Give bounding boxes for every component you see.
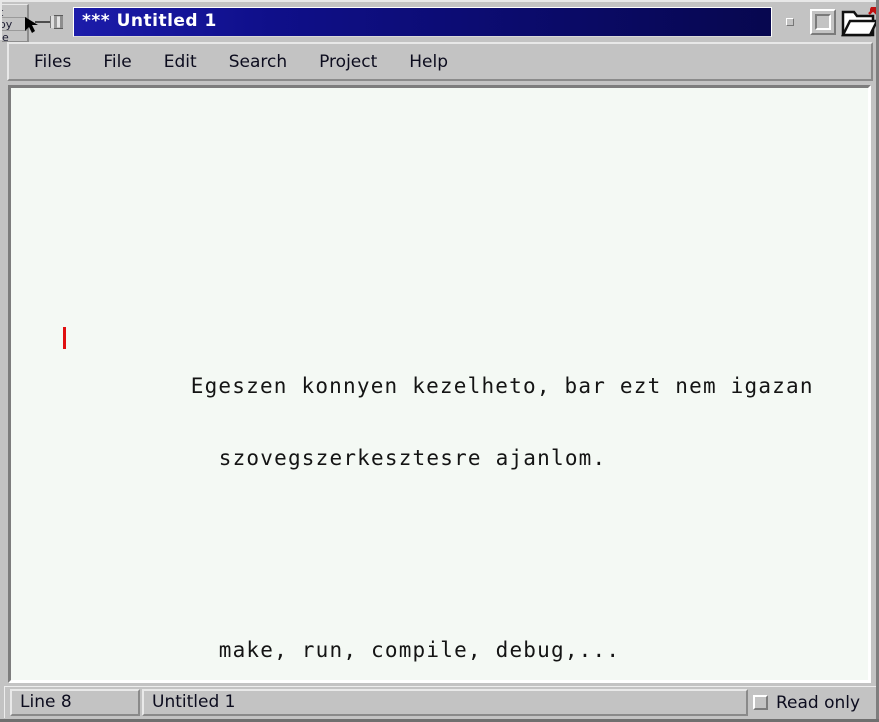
minimize-glyph bbox=[786, 18, 794, 26]
title-strip[interactable]: *** Untitled 1 bbox=[73, 7, 772, 37]
line-indicator: Line 8 bbox=[10, 689, 140, 716]
menu-item-search[interactable]: Search bbox=[216, 49, 300, 75]
text-line[interactable]: Egeszen konnyen kezelheto, bar ezt nem i… bbox=[63, 326, 814, 398]
window-title: *** Untitled 1 bbox=[82, 11, 217, 31]
filename-indicator: Untitled 1 bbox=[142, 689, 748, 716]
menu-item-file[interactable]: File bbox=[90, 49, 144, 75]
title-bar: ut opy ste *** Untitled 1 bbox=[0, 0, 879, 42]
text-line-content: Egeszen konnyen kezelheto, bar ezt nem i… bbox=[190, 374, 814, 398]
text-caret bbox=[63, 327, 66, 349]
readonly-checkbox[interactable] bbox=[753, 695, 768, 710]
menu-item-help[interactable]: Help bbox=[396, 49, 461, 75]
text-line[interactable] bbox=[63, 518, 814, 542]
menu-item-project[interactable]: Project bbox=[306, 49, 390, 75]
text-line[interactable]: szovegszerkesztesre ajanlom. bbox=[63, 422, 814, 470]
menu-bar: Files File Edit Search Project Help bbox=[7, 42, 873, 81]
menu-item-files[interactable]: Files bbox=[21, 49, 84, 75]
readonly-label: Read only bbox=[776, 692, 861, 713]
text-line-content: szovegszerkesztesre ajanlom. bbox=[218, 446, 607, 470]
tearoff-menu-fragment[interactable]: ut opy ste bbox=[2, 4, 29, 42]
tearoff-item-paste[interactable]: ste bbox=[2, 31, 9, 41]
text-line[interactable]: make, run, compile, debug,... bbox=[63, 614, 814, 662]
folder-open-icon[interactable] bbox=[840, 5, 879, 40]
readonly-toggle[interactable]: Read only bbox=[753, 689, 873, 716]
maximize-glyph bbox=[815, 14, 831, 30]
pin-icon[interactable] bbox=[35, 14, 65, 30]
maximize-button[interactable] bbox=[810, 9, 836, 35]
text-line-content: make, run, compile, debug,... bbox=[218, 638, 621, 662]
menu-item-edit[interactable]: Edit bbox=[151, 49, 210, 75]
editor-window: ut opy ste *** Untitled 1 bbox=[0, 0, 879, 722]
text-editor-area[interactable]: Egeszen konnyen kezelheto, bar ezt nem i… bbox=[8, 85, 871, 683]
document-text[interactable]: Egeszen konnyen kezelheto, bar ezt nem i… bbox=[63, 254, 814, 680]
status-bar: Line 8 Untitled 1 Read only bbox=[4, 686, 876, 718]
minimize-button[interactable] bbox=[786, 18, 795, 27]
